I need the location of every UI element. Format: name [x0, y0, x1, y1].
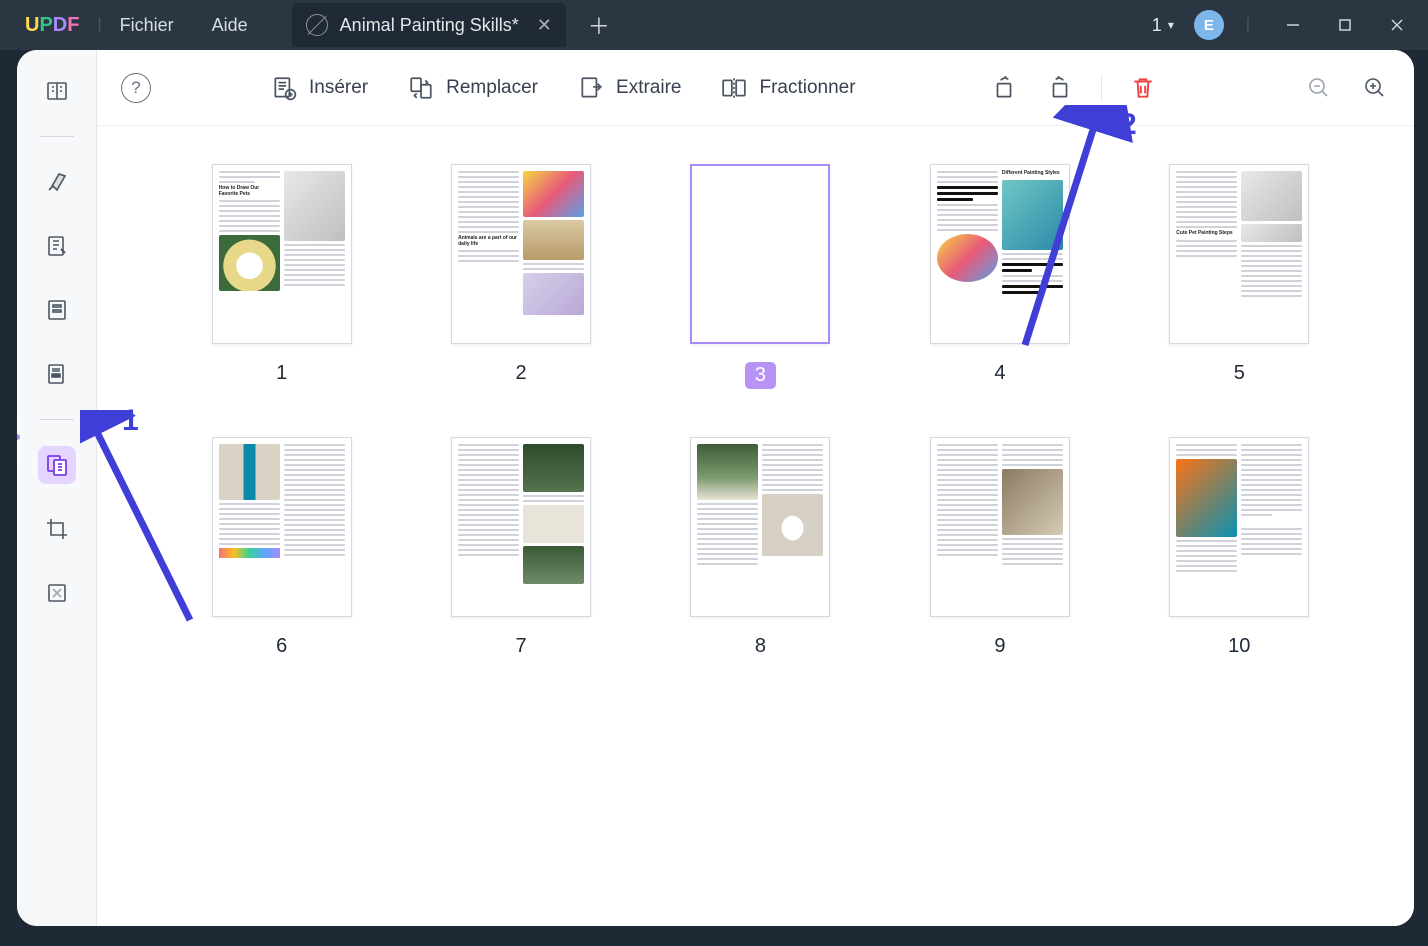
delete-page-button[interactable] [1128, 73, 1158, 103]
close-window-button[interactable] [1376, 10, 1418, 40]
rotate-left-button[interactable] [989, 73, 1019, 103]
page-thumb-8[interactable]: 8 [676, 437, 845, 658]
insert-label: Insérer [309, 77, 368, 99]
page-number: 4 [994, 362, 1005, 385]
tab-title: Animal Painting Skills* [340, 15, 519, 36]
page-thumb-10[interactable]: 10 [1155, 437, 1324, 658]
tabs-area: Animal Painting Skills* ✕ ＋ [292, 3, 610, 47]
page-thumb-1[interactable]: How to Draw Our Favorite Pets 1 [197, 164, 366, 389]
page-thumb-7[interactable]: 7 [436, 437, 605, 658]
title-bar: UPDF | Fichier Aide Animal Painting Skil… [0, 0, 1428, 50]
sidebar-crop-pages[interactable] [38, 510, 76, 548]
minimize-button[interactable] [1272, 10, 1314, 40]
extract-page-button[interactable]: Extraire [578, 75, 681, 101]
separator: | [1246, 16, 1250, 34]
chevron-down-icon: ▾ [1168, 18, 1174, 32]
zoom-out-button[interactable] [1304, 73, 1334, 103]
page-thumb-5[interactable]: Cute Pet Painting Steps 5 [1155, 164, 1324, 389]
content-area: ? Insérer Remplacer Extraire Fractionner [97, 50, 1414, 926]
main-window: ? Insérer Remplacer Extraire Fractionner [17, 50, 1414, 926]
p2-heading: Animals are a part of our daily life [458, 236, 519, 247]
add-tab-button[interactable]: ＋ [588, 9, 610, 41]
document-tab[interactable]: Animal Painting Skills* ✕ [292, 3, 566, 47]
replace-label: Remplacer [446, 77, 538, 99]
split-label: Fractionner [759, 77, 855, 99]
page-number: 8 [755, 635, 766, 658]
unsaved-icon [306, 14, 328, 36]
sidebar-notch-indicator [17, 434, 20, 440]
tab-close-button[interactable]: ✕ [537, 15, 552, 36]
page-number: 5 [1234, 362, 1245, 385]
replace-page-button[interactable]: Remplacer [408, 75, 538, 101]
zoom-in-button[interactable] [1360, 73, 1390, 103]
sidebar-edit-text[interactable] [38, 227, 76, 265]
sidebar-organize-pages[interactable] [38, 446, 76, 484]
document-count-dropdown[interactable]: 1 ▾ [1152, 15, 1174, 36]
page-number: 2 [516, 362, 527, 385]
app-logo: UPDF [25, 14, 79, 37]
sidebar-divider [40, 419, 74, 420]
page-thumb-2[interactable]: Animals are a part of our daily life 2 [436, 164, 605, 389]
left-sidebar [17, 50, 97, 926]
page-thumb-4[interactable]: Different Painting Styles 4 [915, 164, 1084, 389]
page-number: 6 [276, 635, 287, 658]
page-number: 3 [745, 362, 776, 389]
insert-page-button[interactable]: Insérer [271, 75, 368, 101]
page-thumbnail-grid: How to Draw Our Favorite Pets 1 [97, 126, 1414, 926]
rotate-right-button[interactable] [1045, 73, 1075, 103]
separator: | [97, 16, 101, 34]
extract-label: Extraire [616, 77, 681, 99]
user-avatar[interactable]: E [1194, 10, 1224, 40]
page-number: 1 [276, 362, 287, 385]
menu-file[interactable]: Fichier [120, 15, 174, 36]
annotation-label-1: 1 [122, 404, 139, 438]
p4-heading: Different Painting Styles [1002, 171, 1063, 177]
organize-toolbar: ? Insérer Remplacer Extraire Fractionner [97, 50, 1414, 126]
menu-help[interactable]: Aide [212, 15, 248, 36]
sidebar-form[interactable] [38, 291, 76, 329]
sidebar-watermark[interactable] [38, 574, 76, 612]
page-thumb-3[interactable]: 3 [676, 164, 845, 389]
split-page-button[interactable]: Fractionner [721, 75, 855, 101]
annotation-label-2: 2 [1120, 108, 1137, 142]
doc-count-value: 1 [1152, 15, 1162, 36]
p5-heading: Cute Pet Painting Steps [1176, 231, 1237, 237]
page-thumb-9[interactable]: 9 [915, 437, 1084, 658]
page-thumb-6[interactable]: 6 [197, 437, 366, 658]
help-button[interactable]: ? [121, 73, 151, 103]
p1-heading: How to Draw Our Favorite Pets [219, 186, 280, 197]
page-number: 10 [1228, 635, 1250, 658]
maximize-button[interactable] [1324, 10, 1366, 40]
toolbar-separator [1101, 74, 1102, 102]
sidebar-divider [40, 136, 74, 137]
sidebar-reader-mode[interactable] [38, 72, 76, 110]
sidebar-annotate[interactable] [38, 163, 76, 201]
sidebar-redact[interactable] [38, 355, 76, 393]
page-number: 9 [994, 635, 1005, 658]
page-number: 7 [516, 635, 527, 658]
